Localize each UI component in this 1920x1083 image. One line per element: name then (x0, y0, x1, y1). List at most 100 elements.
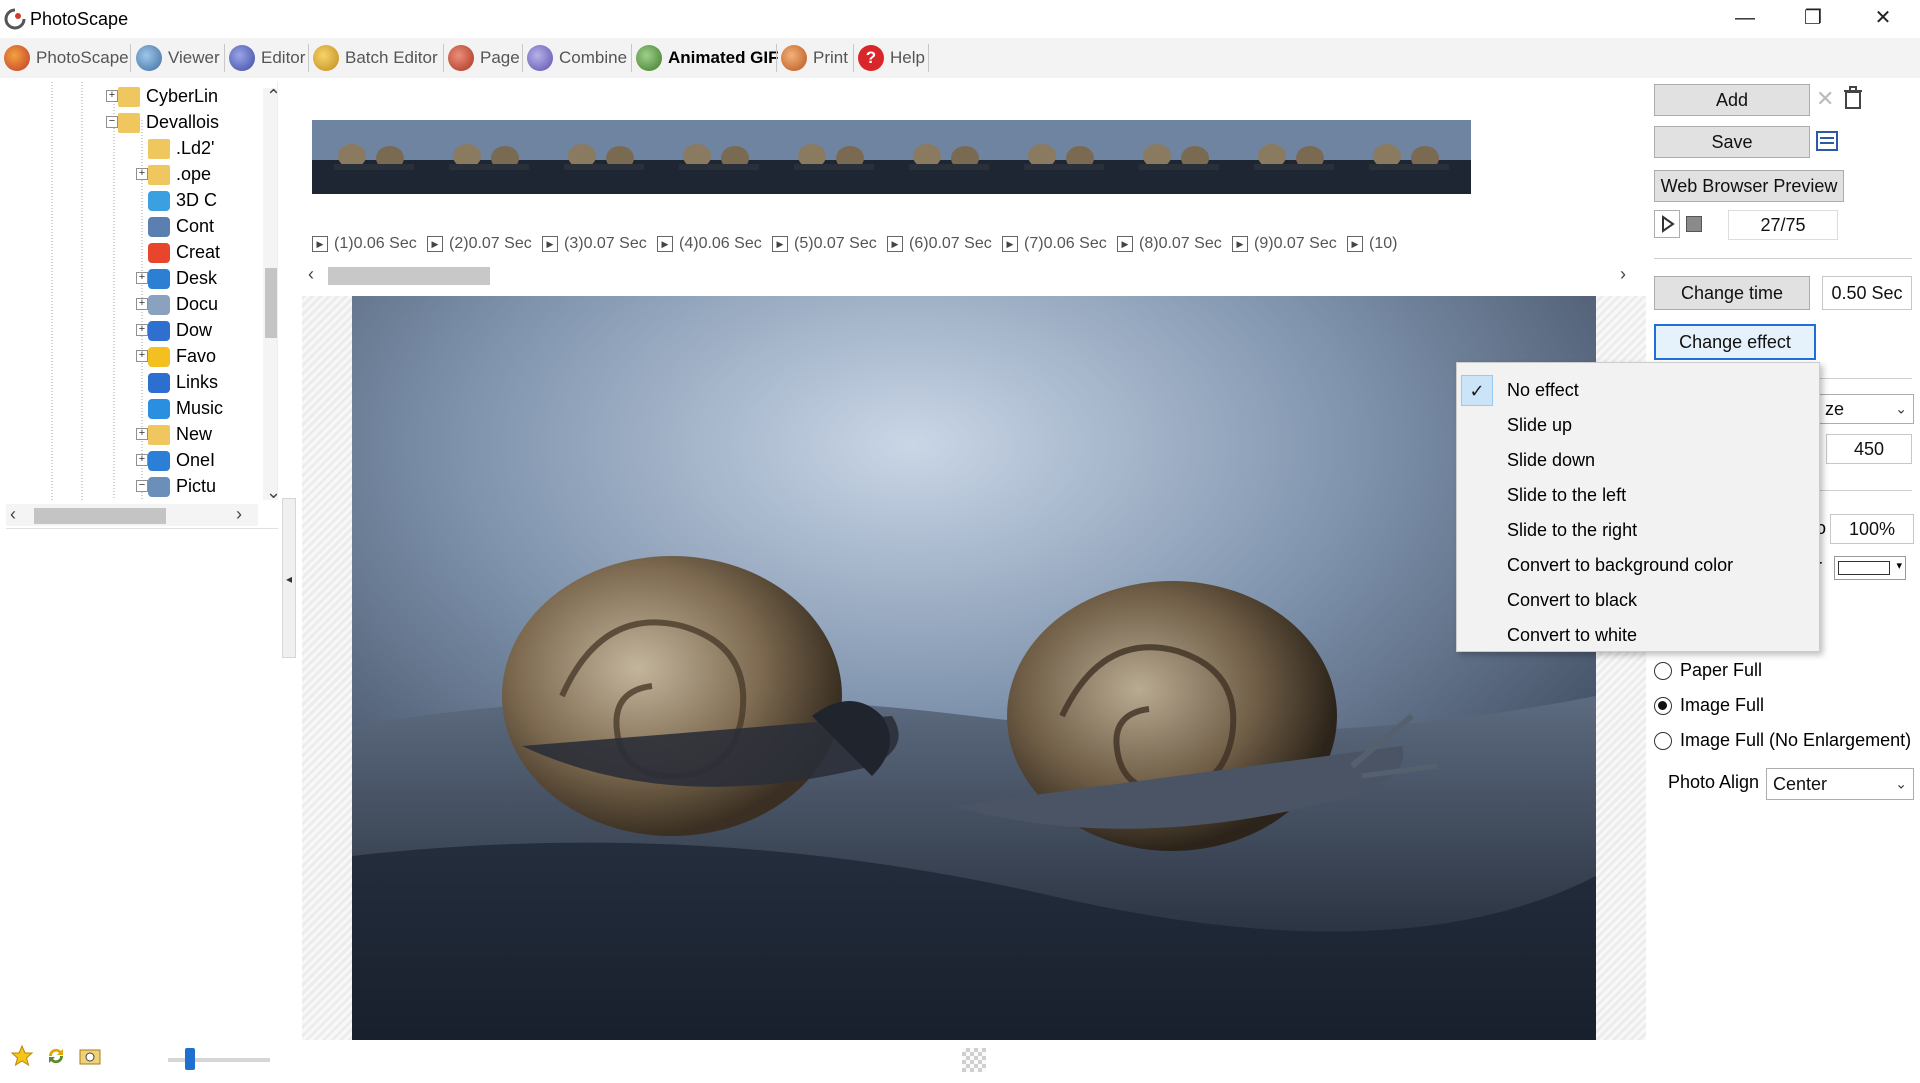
refresh-arrows-icon[interactable] (44, 1044, 68, 1068)
tree-item[interactable]: Favo (148, 344, 216, 369)
web-browser-preview-button[interactable]: Web Browser Preview (1654, 170, 1844, 202)
change-effect-button[interactable]: Change effect (1654, 324, 1816, 360)
star-favorite-icon[interactable] (10, 1044, 34, 1068)
effect-menu-item[interactable]: Slide to the right (1457, 513, 1819, 548)
frame-play-icon[interactable]: ▶ (1347, 236, 1363, 252)
effect-menu-item[interactable]: Slide down (1457, 443, 1819, 478)
frame-label[interactable]: ▶ (7) 0.06 Sec (1002, 235, 1107, 253)
play-button[interactable] (1654, 210, 1680, 238)
frame-label[interactable]: ▶ (4) 0.06 Sec (657, 235, 762, 253)
tab-animated-gif[interactable]: Animated GIF (636, 42, 779, 74)
tree-expander[interactable]: + (136, 350, 148, 362)
preview-canvas[interactable] (302, 296, 1646, 1040)
frame-thumbnail[interactable] (427, 120, 551, 194)
strip-scroll-thumb[interactable] (328, 267, 490, 285)
tab-combine[interactable]: Combine (527, 42, 627, 74)
radio-circle[interactable] (1654, 696, 1672, 715)
tree-item[interactable]: 3D C (148, 188, 217, 213)
frame-thumbnail[interactable] (657, 120, 781, 194)
scroll-right-icon[interactable]: › (236, 504, 242, 525)
frame-label[interactable]: ▶ (3) 0.07 Sec (542, 235, 647, 253)
tab-help[interactable]: ? Help (858, 42, 925, 74)
frame-play-icon[interactable]: ▶ (427, 236, 443, 252)
frame-play-icon[interactable]: ▶ (772, 236, 788, 252)
frame-thumbnail[interactable] (1232, 120, 1356, 194)
tree-expander[interactable]: + (136, 298, 148, 310)
photo-align-select[interactable]: Center ⌄ (1766, 768, 1914, 800)
frame-play-icon[interactable]: ▶ (657, 236, 673, 252)
radio-circle[interactable] (1654, 731, 1672, 750)
save-button[interactable]: Save (1654, 126, 1810, 158)
tree-item[interactable]: .Ld2' (148, 136, 214, 161)
frame-thumbnail[interactable] (887, 120, 1011, 194)
frame-play-icon[interactable]: ▶ (1232, 236, 1248, 252)
tree-item[interactable]: New (148, 422, 212, 447)
scroll-down-icon[interactable]: ⌄ (266, 482, 277, 500)
trash-icon[interactable] (1842, 86, 1864, 110)
tree-item[interactable]: Cont (148, 214, 214, 239)
scroll-left-icon[interactable]: ‹ (10, 504, 16, 525)
stop-button[interactable] (1686, 216, 1702, 232)
thumbnail-size-slider-track[interactable] (168, 1058, 270, 1062)
frame-label[interactable]: ▶ (5) 0.07 Sec (772, 235, 877, 253)
frame-label[interactable]: ▶ (10) (1347, 235, 1397, 253)
close-button[interactable]: ✕ (1848, 0, 1918, 36)
frame-label[interactable]: ▶ (8) 0.07 Sec (1117, 235, 1222, 253)
folder-tree[interactable]: ⌃ ⌄ + CyberLin − Devallois .Ld2' + .ope 3D C Con… (6, 82, 278, 500)
list-view-icon[interactable] (1816, 130, 1838, 152)
radio-image-full[interactable]: Image Full (1654, 695, 1764, 716)
scroll-up-icon[interactable]: ⌃ (266, 86, 277, 107)
frame-time-field[interactable]: 0.50 Sec (1822, 276, 1912, 310)
minimize-button[interactable]: — (1710, 0, 1780, 36)
change-time-button[interactable]: Change time (1654, 276, 1810, 310)
tab-photoscape[interactable]: PhotoScape (4, 42, 129, 74)
tree-expander[interactable]: + (136, 272, 148, 284)
tree-item[interactable]: Devallois (118, 110, 219, 135)
tree-item[interactable]: Desk (148, 266, 217, 291)
tree-expander[interactable]: + (136, 168, 148, 180)
tree-expander[interactable]: + (106, 90, 118, 102)
frame-play-icon[interactable]: ▶ (542, 236, 558, 252)
frame-play-icon[interactable]: ▶ (1117, 236, 1133, 252)
effect-menu-item[interactable]: ✓ No effect (1457, 373, 1819, 408)
tree-horizontal-scrollbar[interactable]: ‹ › (6, 504, 258, 526)
tab-page[interactable]: Page (448, 42, 520, 74)
add-button[interactable]: Add (1654, 84, 1810, 116)
open-folder-icon[interactable] (78, 1044, 102, 1068)
tree-item[interactable]: Links (148, 370, 218, 395)
strip-scroll-right-icon[interactable]: › (1620, 264, 1626, 285)
tree-expander[interactable]: + (136, 454, 148, 466)
restore-button[interactable]: ❐ (1778, 0, 1848, 36)
tree-expander[interactable]: + (136, 428, 148, 440)
tree-item[interactable]: Dow (148, 318, 212, 343)
tree-item[interactable]: Music (148, 396, 223, 421)
remove-icon[interactable]: ✕ (1816, 86, 1834, 112)
frame-label[interactable]: ▶ (1) 0.06 Sec (312, 235, 417, 253)
file-thumbnail-list[interactable] (6, 528, 278, 1083)
tab-print[interactable]: Print (781, 42, 848, 74)
frame-strip-scrollbar[interactable]: ‹ › (302, 264, 1638, 288)
tree-expander[interactable]: − (136, 480, 148, 492)
radio-circle[interactable] (1654, 661, 1672, 680)
frame-thumbnail[interactable] (542, 120, 666, 194)
scale-percent-field[interactable]: 100% (1830, 514, 1914, 544)
tree-hscroll-thumb[interactable] (34, 508, 166, 524)
frame-thumbnail[interactable] (1117, 120, 1241, 194)
frame-thumbnail[interactable] (1002, 120, 1126, 194)
tree-item[interactable]: Pictu (148, 474, 216, 499)
frame-label[interactable]: ▶ (9) 0.07 Sec (1232, 235, 1337, 253)
tree-item[interactable]: .ope (148, 162, 211, 187)
effect-menu-item[interactable]: Slide to the left (1457, 478, 1819, 513)
frame-strip[interactable]: ▶ (1) 0.06 Sec ▶ (2) 0.07 Sec ▶ (3) 0.07 Sec ▶… (302, 82, 1638, 264)
effect-menu-item[interactable]: Convert to background color (1457, 548, 1819, 583)
tree-scroll-thumb[interactable] (265, 268, 277, 338)
frame-thumbnail[interactable] (312, 120, 436, 194)
tab-viewer[interactable]: Viewer (136, 42, 220, 74)
tab-batch-editor[interactable]: Batch Editor (313, 42, 438, 74)
size-mode-select[interactable]: ze ⌄ (1818, 394, 1914, 424)
tree-item[interactable]: Creat (148, 240, 220, 265)
tab-editor[interactable]: Editor (229, 42, 305, 74)
tree-vertical-scrollbar[interactable]: ⌃ ⌄ (263, 86, 277, 500)
effect-menu-item[interactable]: Convert to black (1457, 583, 1819, 618)
tree-item[interactable]: CyberLin (118, 84, 218, 109)
